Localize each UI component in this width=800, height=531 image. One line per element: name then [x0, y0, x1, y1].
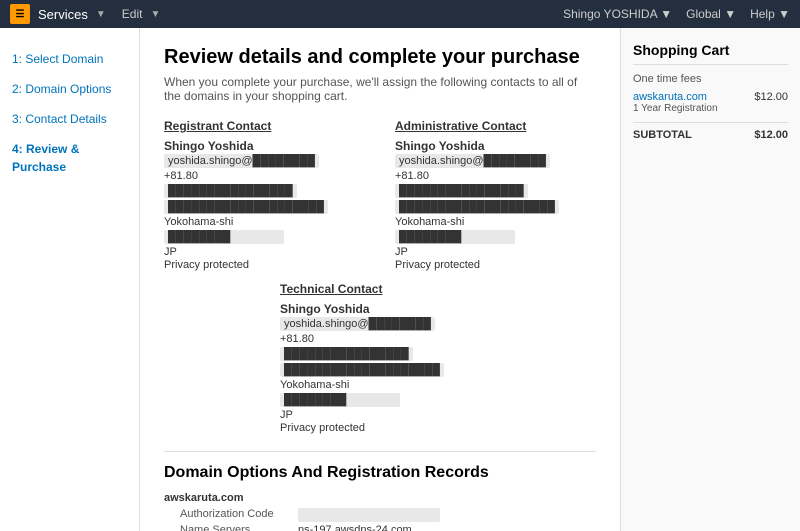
services-caret: ▼: [96, 9, 106, 20]
admin-contact: Administrative Contact Shingo Yoshida yo…: [395, 119, 596, 272]
top-navigation: ☰ Services ▼ Edit ▼ Shingo YOSHIDA ▼ Glo…: [0, 0, 800, 28]
registrant-privacy: Privacy protected: [164, 259, 365, 271]
auth-code-label: Authorization Code: [180, 508, 290, 522]
edit-nav[interactable]: Edit: [122, 7, 143, 21]
domain-options-table: awskaruta.com Authorization Code ███████…: [164, 492, 596, 531]
technical-contact-wrapper: Technical Contact Shingo Yoshida yoshida…: [164, 282, 596, 435]
cart-domain-name: awskaruta.com: [633, 91, 718, 103]
sidebar: 1: Select Domain 2: Domain Options 3: Co…: [0, 28, 140, 531]
sidebar-item-review-purchase[interactable]: 4: Review & Purchase: [0, 134, 139, 182]
domain-name: awskaruta.com: [164, 492, 596, 504]
cart-domain-desc: 1 Year Registration: [633, 103, 718, 114]
technical-zip: ████████: [280, 393, 400, 407]
user-menu[interactable]: Shingo YOSHIDA ▼: [563, 7, 672, 21]
technical-phone: +81.80: [280, 333, 480, 345]
admin-zip: ████████: [395, 230, 515, 244]
auth-code-value: ████████: [298, 508, 440, 522]
technical-address2: ████████████████████: [280, 363, 444, 377]
admin-email: yoshida.shingo@████████: [395, 154, 550, 168]
help-menu[interactable]: Help ▼: [750, 7, 790, 21]
user-caret: ▼: [660, 7, 672, 21]
registrant-contact: Registrant Contact Shingo Yoshida yoshid…: [164, 119, 365, 272]
ns1: ns-197.awsdns-24.com: [298, 524, 423, 531]
page-title: Review details and complete your purchas…: [164, 46, 596, 69]
aws-logo: ☰: [10, 4, 30, 24]
technical-title: Technical Contact: [280, 282, 480, 296]
technical-contact: Technical Contact Shingo Yoshida yoshida…: [280, 282, 480, 435]
edit-caret: ▼: [150, 9, 160, 20]
divider-1: [164, 451, 596, 452]
page-subtitle: When you complete your purchase, we'll a…: [164, 75, 596, 103]
help-label: Help: [750, 7, 775, 21]
registrant-city: Yokohama-shi: [164, 216, 365, 228]
cart-panel: Shopping Cart One time fees awskaruta.co…: [620, 28, 800, 531]
name-servers-label: Name Servers: [180, 524, 290, 531]
admin-privacy: Privacy protected: [395, 259, 596, 271]
cart-subtotal: SUBTOTAL $12.00: [633, 122, 788, 141]
help-caret: ▼: [778, 7, 790, 21]
sidebar-item-contact-details[interactable]: 3: Contact Details: [0, 104, 139, 134]
technical-country: JP: [280, 409, 480, 421]
admin-title: Administrative Contact: [395, 119, 596, 133]
admin-country: JP: [395, 246, 596, 258]
sidebar-item-select-domain[interactable]: 1: Select Domain: [0, 44, 139, 74]
auth-code-row: Authorization Code ████████: [164, 508, 596, 522]
cart-fees-label: One time fees: [633, 73, 788, 85]
technical-city: Yokohama-shi: [280, 379, 480, 391]
registrant-address1: ████████████████: [164, 184, 297, 198]
domain-options-title: Domain Options And Registration Records: [164, 464, 596, 482]
admin-phone: +81.80: [395, 170, 596, 182]
user-name: Shingo YOSHIDA: [563, 7, 657, 21]
technical-address1: ████████████████: [280, 347, 413, 361]
admin-address2: ████████████████████: [395, 200, 559, 214]
contacts-section: Registrant Contact Shingo Yoshida yoshid…: [164, 119, 596, 272]
global-caret: ▼: [724, 7, 736, 21]
registrant-title: Registrant Contact: [164, 119, 365, 133]
registrant-address2: ████████████████████: [164, 200, 328, 214]
admin-city: Yokohama-shi: [395, 216, 596, 228]
technical-name: Shingo Yoshida: [280, 302, 480, 316]
cart-subtotal-label: SUBTOTAL: [633, 129, 692, 141]
cart-item-domain: awskaruta.com 1 Year Registration $12.00: [633, 91, 788, 114]
cart-item-price: $12.00: [754, 91, 788, 114]
main-layout: 1: Select Domain 2: Domain Options 3: Co…: [0, 28, 800, 531]
global-menu[interactable]: Global ▼: [686, 7, 736, 21]
technical-privacy: Privacy protected: [280, 422, 480, 434]
admin-name: Shingo Yoshida: [395, 139, 596, 153]
sidebar-item-domain-options[interactable]: 2: Domain Options: [0, 74, 139, 104]
registrant-zip: ████████: [164, 230, 284, 244]
services-nav[interactable]: Services: [38, 7, 88, 22]
cart-subtotal-value: $12.00: [754, 129, 788, 141]
name-servers-row: Name Servers ns-197.awsdns-24.com ns-132…: [164, 524, 596, 531]
main-content: Review details and complete your purchas…: [140, 28, 620, 531]
technical-email: yoshida.shingo@████████: [280, 317, 435, 331]
registrant-email: yoshida.shingo@████████: [164, 154, 319, 168]
registrant-phone: +81.80: [164, 170, 365, 182]
cart-title: Shopping Cart: [633, 42, 788, 65]
registrant-country: JP: [164, 246, 365, 258]
registrant-name: Shingo Yoshida: [164, 139, 365, 153]
admin-address1: ████████████████: [395, 184, 528, 198]
global-label: Global: [686, 7, 721, 21]
